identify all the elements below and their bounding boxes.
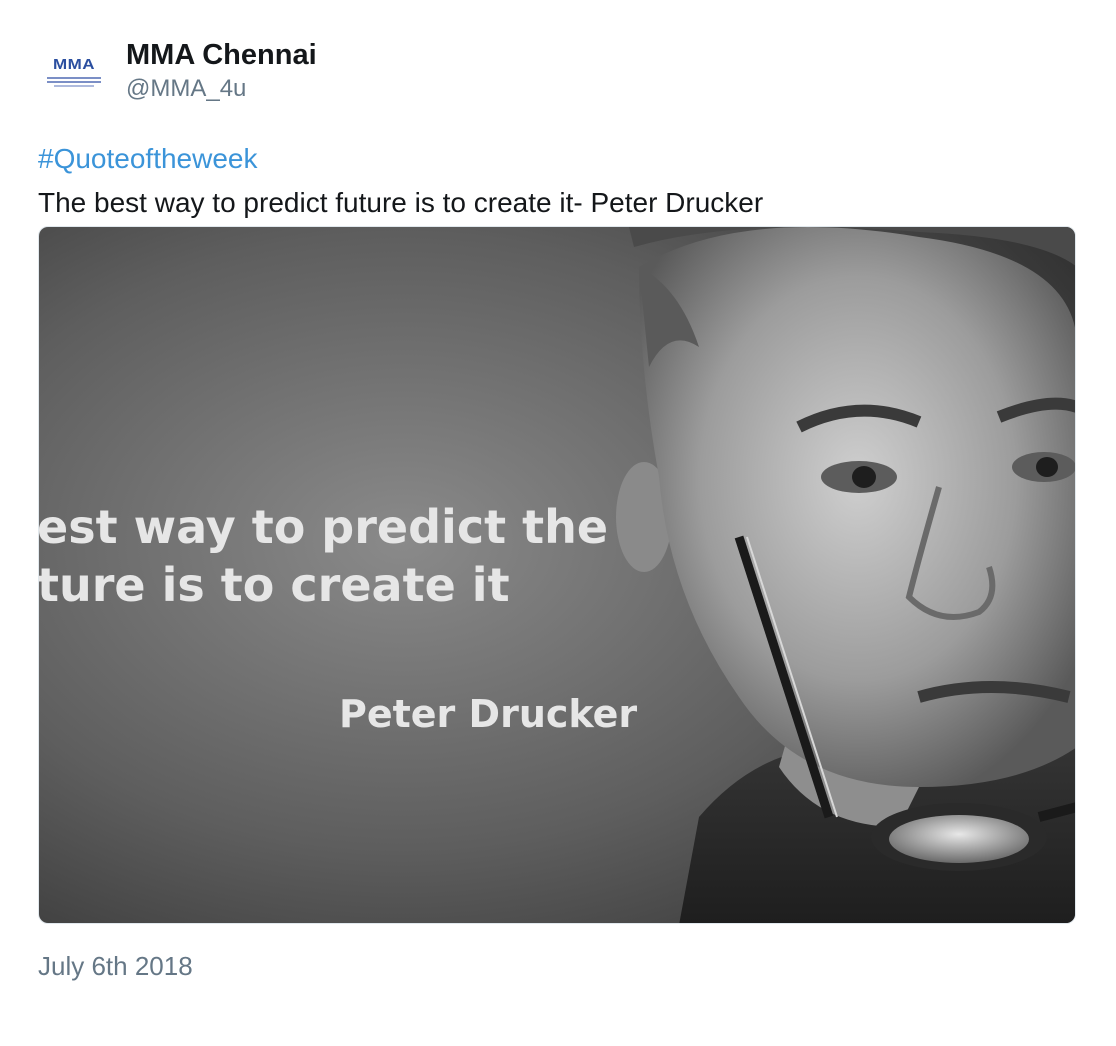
media-quote-line-2: ture is to create it <box>39 558 510 612</box>
tweet-header: MMA MMA Chennai @MMA_4u <box>38 36 317 108</box>
tweet-card: MMA MMA Chennai @MMA_4u #Quoteoftheweek … <box>0 0 1116 1046</box>
media-quote-line-1: est way to predict the <box>39 500 608 554</box>
tweet-timestamp[interactable]: July 6th 2018 <box>38 950 193 982</box>
avatar-logo-text: MMA <box>52 55 96 73</box>
user-handle[interactable]: @MMA_4u <box>126 74 317 104</box>
hashtag-link[interactable]: #Quoteoftheweek <box>38 142 258 176</box>
user-names: MMA Chennai @MMA_4u <box>126 36 317 104</box>
tweet-media-image[interactable]: est way to predict the ture is to create… <box>38 226 1076 924</box>
avatar[interactable]: MMA <box>38 36 110 108</box>
display-name[interactable]: MMA Chennai <box>126 38 317 72</box>
tweet-text: The best way to predict future is to cre… <box>38 187 764 218</box>
avatar-logo-lines <box>47 75 101 89</box>
media-quote-author: Peter Drucker <box>339 692 637 736</box>
quote-photo: est way to predict the ture is to create… <box>39 227 1075 923</box>
